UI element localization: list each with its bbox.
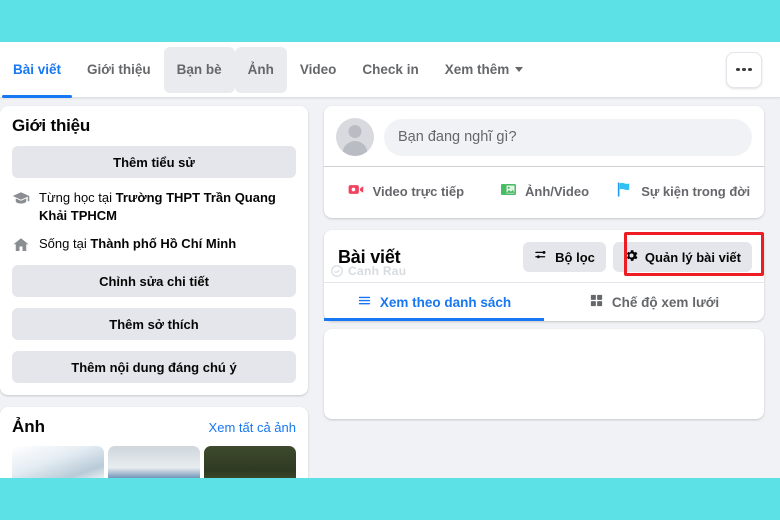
grid-icon [589, 293, 604, 311]
filter-icon [534, 248, 549, 266]
add-featured-label: Thêm nội dung đáng chú ý [71, 359, 237, 375]
ellipsis-icon [736, 67, 752, 72]
photo-video-label: Ảnh/Video [524, 183, 590, 199]
tab-ban-be[interactable]: Bạn bè [163, 46, 235, 93]
chevron-down-icon [515, 67, 524, 72]
photo-video-icon [499, 180, 518, 202]
left-column: Giới thiệu Thêm tiểu sử Từng học tại Trư… [0, 106, 308, 480]
tab-grid-view[interactable]: Chế độ xem lưới [544, 283, 764, 321]
photos-title: Ảnh [12, 417, 46, 437]
manage-posts-label: Quản lý bài viết [644, 249, 741, 265]
photo-thumb-3[interactable] [204, 446, 296, 480]
post-composer-card: Bạn đang nghĩ gì? Video trực tiếp Ảnh/Vi… [324, 106, 764, 218]
tab-video[interactable]: Video [287, 47, 350, 93]
intro-title: Giới thiệu [12, 116, 91, 135]
posts-header: Bài viết Canh Rau Bộ lọc Quản lý bài viế… [324, 230, 764, 282]
photo-thumb-2[interactable] [108, 446, 200, 480]
add-hobbies-label: Thêm sở thích [109, 316, 199, 332]
city-value[interactable]: Thành phố Hồ Chí Minh [90, 236, 236, 251]
live-video-icon [347, 180, 366, 202]
filter-button[interactable]: Bộ lọc [523, 242, 606, 272]
home-icon [12, 236, 30, 254]
tab-label: Xem thêm [444, 62, 510, 77]
live-video-label: Video trực tiếp [372, 183, 465, 199]
manage-posts-button[interactable]: Quản lý bài viết [612, 242, 752, 272]
tab-xem-them[interactable]: Xem thêm [432, 47, 537, 93]
add-bio-label: Thêm tiểu sử [113, 154, 195, 170]
composer-top-row: Bạn đang nghĩ gì? [336, 116, 752, 166]
post-view-tabs: Xem theo danh sách Chế độ xem lưới [324, 282, 764, 321]
tab-label: Check in [362, 62, 419, 77]
photos-card: Ảnh Xem tất cả ảnh [0, 407, 308, 480]
intro-detail-city: Sống tại Thành phố Hồ Chí Minh [12, 235, 296, 254]
gear-icon [624, 248, 639, 266]
posts-title: Bài viết [338, 246, 401, 267]
photo-thumb-1[interactable] [12, 446, 104, 480]
tab-label: Ảnh [247, 62, 274, 77]
tab-label: Bài viết [13, 62, 62, 77]
bottom-color-band [0, 478, 780, 520]
more-options-button[interactable] [726, 51, 762, 88]
posts-header-buttons: Bộ lọc Quản lý bài viết [523, 242, 752, 272]
life-event-label: Sự kiện trong đời [641, 183, 751, 199]
edit-details-label: Chỉnh sửa chi tiết [99, 273, 209, 289]
feed-placeholder-card [324, 329, 764, 419]
add-hobbies-button[interactable]: Thêm sở thích [12, 308, 296, 341]
composer-actions: Video trực tiếp Ảnh/Video Sự kiện trong … [336, 167, 752, 206]
grid-view-label: Chế độ xem lưới [611, 294, 720, 310]
list-icon [357, 293, 372, 311]
tab-label: Bạn bè [176, 62, 222, 77]
composer-placeholder: Bạn đang nghĩ gì? [398, 129, 517, 145]
live-video-button[interactable]: Video trực tiếp [336, 176, 475, 206]
tab-bai-viet[interactable]: Bài viết [0, 47, 74, 98]
city-prefix: Sống tại [39, 236, 91, 252]
tab-label: Video [299, 62, 337, 77]
tab-label: Giới thiệu [87, 62, 151, 77]
life-event-button[interactable]: Sự kiện trong đời [613, 176, 752, 206]
add-featured-button[interactable]: Thêm nội dung đáng chú ý [12, 351, 296, 384]
photos-header: Ảnh Xem tất cả ảnh [12, 417, 296, 437]
screenshot-root: Bài viết Giới thiệu Bạn bè Ảnh Video Che… [0, 0, 780, 520]
filter-label: Bộ lọc [555, 249, 595, 265]
city-text: Sống tại Thành phố Hồ Chí Minh [39, 235, 236, 253]
right-column: Bạn đang nghĩ gì? Video trực tiếp Ảnh/Vi… [324, 106, 764, 480]
edit-details-button[interactable]: Chỉnh sửa chi tiết [12, 265, 296, 298]
life-event-icon [615, 180, 634, 202]
photo-video-button[interactable]: Ảnh/Video [475, 176, 614, 206]
create-post-input[interactable]: Bạn đang nghĩ gì? [384, 118, 752, 156]
intro-detail-education: Từng học tại Trường THPT Trần Quang Khải… [12, 189, 296, 224]
education-prefix: Từng học tại [39, 190, 116, 205]
profile-content: Giới thiệu Thêm tiểu sử Từng học tại Trư… [0, 98, 780, 480]
posts-card: Bài viết Canh Rau Bộ lọc Quản lý bài viế… [324, 230, 764, 321]
see-all-photos-link[interactable]: Xem tất cả ảnh [209, 420, 296, 435]
tab-gioi-thieu[interactable]: Giới thiệu [74, 47, 164, 93]
intro-card: Giới thiệu Thêm tiểu sử Từng học tại Trư… [0, 106, 308, 396]
profile-nav-bar: Bài viết Giới thiệu Bạn bè Ảnh Video Che… [0, 42, 780, 98]
graduation-cap-icon [12, 190, 30, 208]
profile-nav-tabs: Bài viết Giới thiệu Bạn bè Ảnh Video Che… [0, 42, 726, 98]
add-bio-button[interactable]: Thêm tiểu sử [12, 146, 296, 178]
tab-list-view[interactable]: Xem theo danh sách [324, 283, 544, 321]
tab-anh[interactable]: Ảnh [234, 46, 287, 93]
list-view-label: Xem theo danh sách [379, 294, 512, 310]
education-text: Từng học tại Trường THPT Trần Quang Khải… [39, 189, 296, 224]
photo-thumbnail-grid [12, 446, 296, 480]
tab-check-in[interactable]: Check in [349, 47, 431, 93]
top-color-band [0, 0, 780, 42]
avatar[interactable] [336, 118, 374, 156]
